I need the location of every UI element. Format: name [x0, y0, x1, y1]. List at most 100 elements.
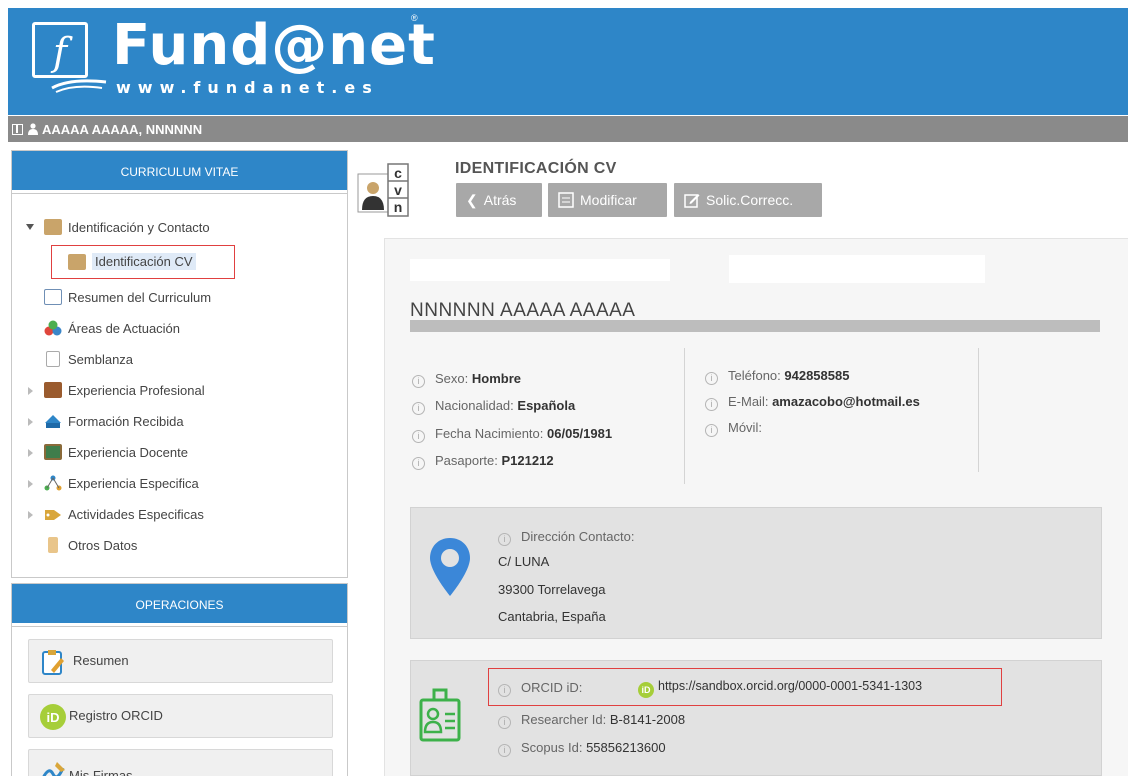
orcid-label: ORCID iD: — [521, 680, 583, 695]
tree-item-label: Experiencia Profesional — [68, 383, 205, 398]
expand-arrow-icon[interactable] — [28, 387, 33, 395]
cv-icon-letter-v: v — [394, 182, 402, 198]
notes-icon — [48, 537, 58, 553]
tree-item-actividades-especificas[interactable]: Actividades Especificas — [12, 502, 312, 528]
mis-firmas-button[interactable]: Mis Firmas — [28, 749, 333, 776]
expand-arrow-icon[interactable] — [28, 511, 33, 519]
logo-letter: f — [52, 30, 68, 74]
full-name: NNNNNN AAAAA AAAAA — [410, 300, 636, 321]
page-title: IDENTIFICACIÓN CV — [455, 160, 617, 177]
page-icon — [46, 351, 60, 367]
movil-label: Móvil: — [728, 420, 762, 435]
user-icon — [28, 123, 38, 135]
signature-icon — [42, 762, 65, 776]
back-label: Atrás — [483, 192, 517, 208]
telefono-value: 942858585 — [784, 368, 850, 383]
researcher-id-field: i Researcher Id: B-8141-2008 — [498, 712, 685, 729]
edit-pencil-icon — [684, 194, 700, 208]
app-header: f Fund@net ® www.fundanet.es — [8, 8, 1128, 115]
scopus-id-field: i Scopus Id: 55856213600 — [498, 740, 666, 757]
scopus-id-label: Scopus Id: — [521, 740, 583, 755]
pasaporte-value: P121212 — [501, 453, 554, 468]
tree-item-formacion-recibida[interactable]: Formación Recibida — [12, 409, 312, 435]
tree-item-label: Identificación y Contacto — [68, 220, 210, 235]
tree-item-experiencia-profesional[interactable]: Experiencia Profesional — [12, 378, 312, 404]
tree-item-label: Identificación CV — [92, 253, 196, 270]
request-correction-button[interactable]: Solic.Correcc. — [674, 183, 822, 217]
tree-item-experiencia-especifica[interactable]: Experiencia Especifica — [12, 471, 312, 497]
logo-swoosh-icon — [51, 79, 107, 93]
fundanet-logo-icon: f — [32, 22, 88, 78]
areas-icon — [44, 320, 62, 336]
registro-orcid-button[interactable]: iD Registro ORCID — [28, 694, 333, 738]
tree-item-label: Experiencia Especifica — [68, 476, 199, 491]
back-button[interactable]: ❮ Atrás — [456, 183, 542, 217]
orcid-url[interactable]: https://sandbox.orcid.org/0000-0001-5341… — [658, 679, 922, 693]
expand-arrow-icon[interactable] — [26, 224, 34, 230]
tree-item-resumen-curriculum[interactable]: Resumen del Curriculum — [12, 285, 312, 311]
info-icon: i — [705, 372, 718, 385]
email-field: i E-Mail: amazacobo@hotmail.es — [705, 394, 920, 411]
tree-item-label: Formación Recibida — [68, 414, 184, 429]
researcher-id-label: Researcher Id: — [521, 712, 607, 727]
nacionalidad-label: Nacionalidad: — [435, 398, 514, 413]
blackboard-icon — [44, 444, 62, 460]
info-icon: i — [498, 744, 511, 757]
document-icon — [44, 289, 62, 305]
orcid-link[interactable]: iD https://sandbox.orcid.org/0000-0001-53… — [638, 679, 922, 698]
info-icon: i — [412, 430, 425, 443]
cv-section-icon: c v n — [357, 163, 409, 217]
info-icon: i — [412, 375, 425, 388]
contact-card-icon — [44, 219, 62, 235]
info-icon: i — [412, 457, 425, 470]
blank-field — [410, 259, 670, 281]
tree-item-identificacion-contacto[interactable]: Identificación y Contacto — [12, 215, 312, 241]
resumen-button[interactable]: Resumen — [28, 639, 333, 683]
brand-name: Fund@net — [112, 13, 436, 78]
researcher-id-value: B-8141-2008 — [609, 712, 686, 727]
telefono-field: i Teléfono: 942858585 — [705, 368, 849, 385]
column-divider — [684, 348, 685, 484]
user-bar: AAAAA AAAAA, NNNNNN — [8, 116, 1128, 142]
tree-item-experiencia-docente[interactable]: Experiencia Docente — [12, 440, 312, 466]
pasaporte-label: Pasaporte: — [435, 453, 498, 468]
scopus-id-value: 55856213600 — [586, 740, 666, 755]
registro-orcid-label: Registro ORCID — [69, 708, 163, 723]
expand-arrow-icon[interactable] — [28, 418, 33, 426]
panel-toggle-icon[interactable] — [12, 124, 23, 135]
request-correction-label: Solic.Correcc. — [706, 192, 794, 208]
orcid-field: i ORCID iD: — [498, 680, 582, 697]
location-pin-icon — [430, 538, 470, 596]
info-icon: i — [705, 424, 718, 437]
tree-item-label: Actividades Especificas — [68, 507, 204, 522]
tree-item-semblanza[interactable]: Semblanza — [12, 347, 312, 373]
fecha-nacimiento-label: Fecha Nacimiento: — [435, 426, 544, 441]
orcid-icon: iD — [40, 704, 66, 730]
nacionalidad-field: i Nacionalidad: Española — [412, 398, 575, 415]
email-value[interactable]: amazacobo@hotmail.es — [772, 394, 920, 409]
svg-text:iD: iD — [47, 710, 60, 725]
sexo-field: i Sexo: Hombre — [412, 371, 521, 388]
info-icon: i — [498, 716, 511, 729]
tree-item-otros-datos[interactable]: Otros Datos — [12, 533, 312, 559]
chevron-left-icon: ❮ — [466, 192, 478, 208]
info-icon: i — [498, 533, 511, 546]
direccion-label: Dirección Contacto: — [521, 529, 635, 544]
tree-item-areas-actuacion[interactable]: Áreas de Actuación — [12, 316, 312, 342]
fecha-nacimiento-field: i Fecha Nacimiento: 06/05/1981 — [412, 426, 612, 443]
expand-arrow-icon[interactable] — [28, 449, 33, 457]
expand-arrow-icon[interactable] — [28, 480, 33, 488]
user-name[interactable]: AAAAA AAAAA, NNNNNN — [42, 122, 202, 137]
tag-icon — [45, 510, 61, 520]
clipboard-icon — [42, 650, 64, 675]
tree-item-identificacion-cv[interactable]: Identificación CV — [51, 245, 235, 279]
blank-field — [729, 255, 985, 283]
id-card-icon — [68, 254, 86, 270]
telefono-label: Teléfono: — [728, 368, 781, 383]
mis-firmas-label: Mis Firmas — [69, 768, 133, 776]
briefcase-icon — [44, 382, 62, 398]
brand-url: www.fundanet.es — [116, 78, 379, 97]
registered-mark: ® — [411, 13, 418, 23]
modify-button[interactable]: Modificar — [548, 183, 667, 217]
tree-item-label: Semblanza — [68, 352, 134, 367]
